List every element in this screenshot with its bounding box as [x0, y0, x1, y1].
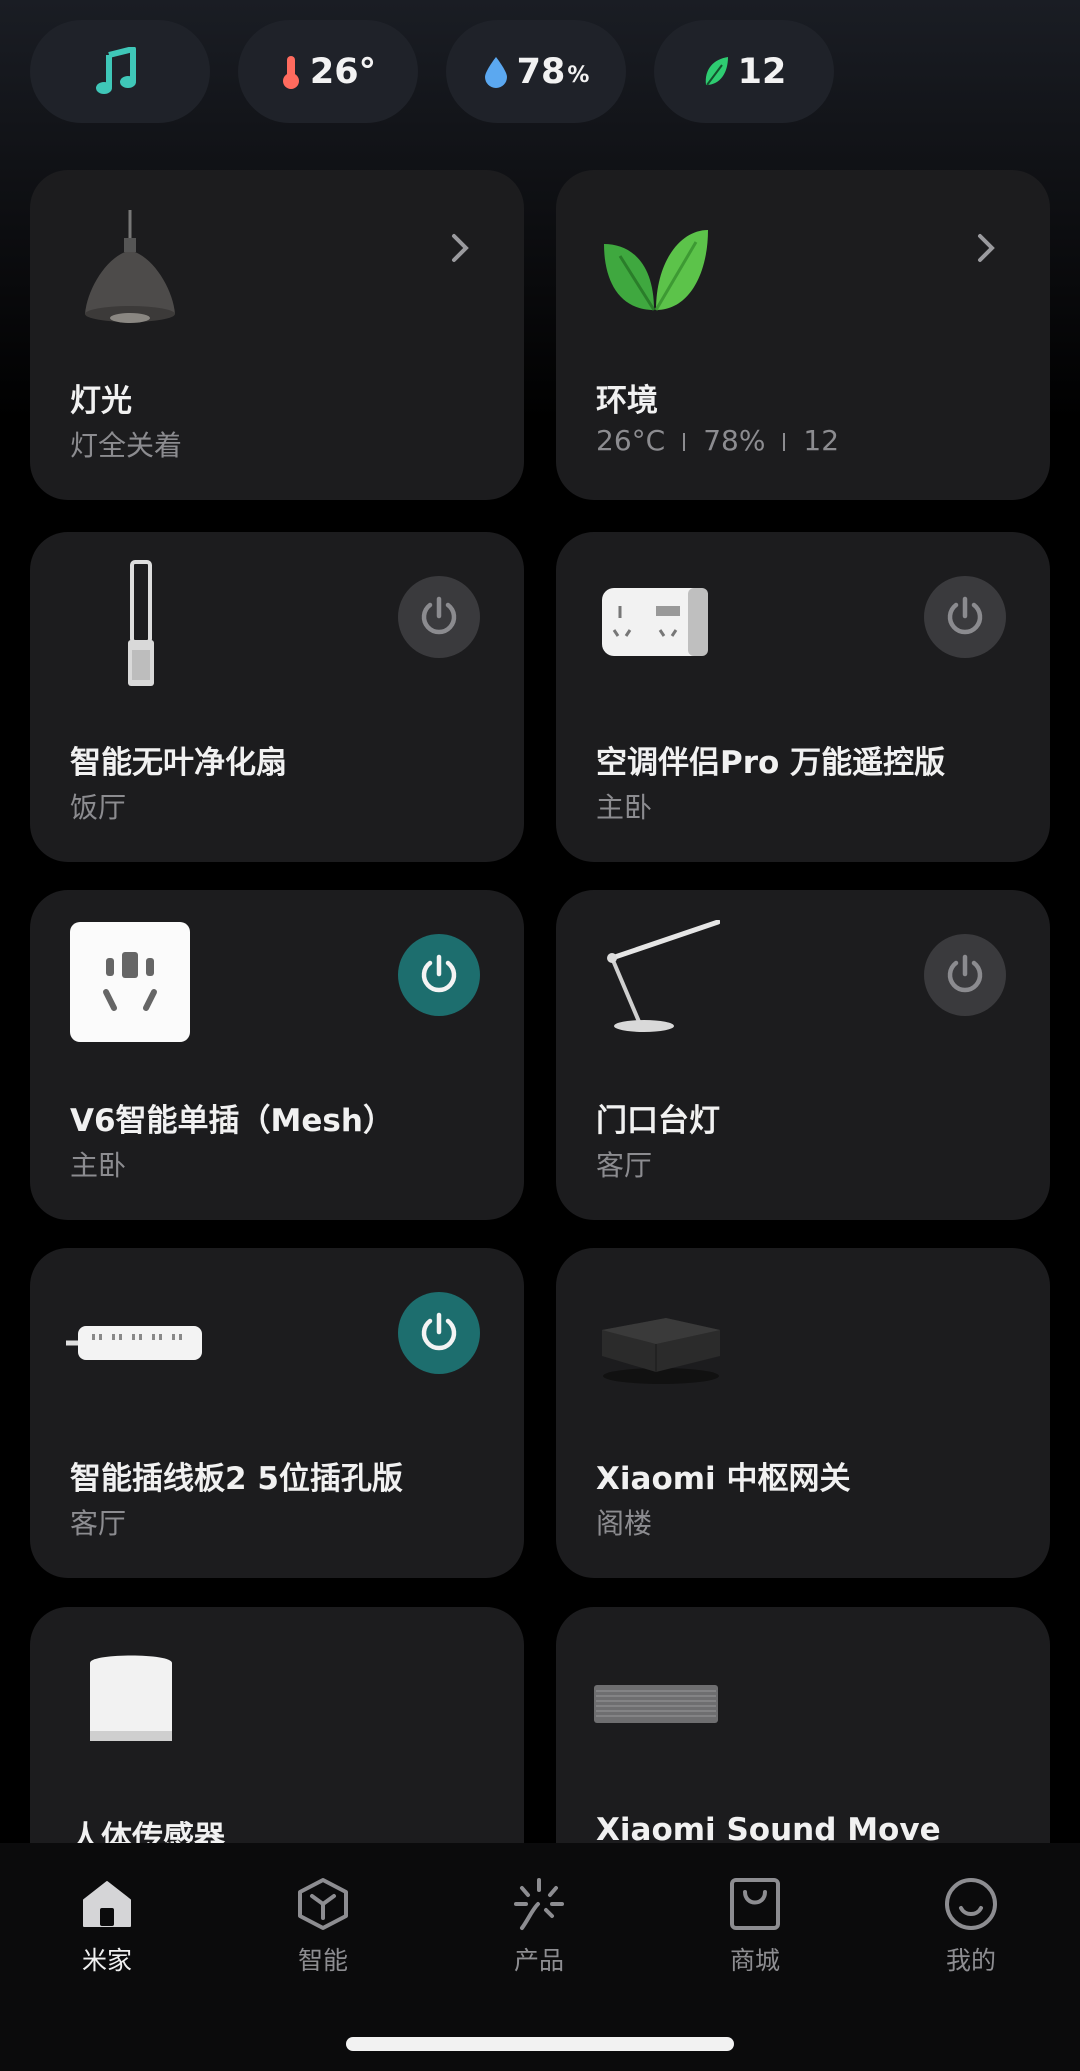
humidity-value: 78: [516, 51, 566, 92]
chevron-right-icon[interactable]: [440, 228, 480, 268]
tab-home[interactable]: 米家: [42, 1873, 172, 1977]
power-icon: [421, 954, 457, 993]
tab-label: 产品: [513, 1946, 564, 1975]
card-title: 环境: [596, 383, 658, 419]
desk-lamp-icon: [607, 920, 720, 1032]
gateway-hub-icon: [602, 1318, 720, 1384]
environment-card[interactable]: 环境 26°C 78% 12: [556, 170, 1050, 500]
temperature-pill[interactable]: 26°: [238, 20, 418, 123]
environment-readings: 26°C 78% 12: [596, 424, 839, 457]
bladeless-fan-icon: [128, 560, 154, 686]
power-toggle-button[interactable]: [398, 934, 480, 1016]
card-room: 客厅: [596, 1149, 653, 1182]
leaf-plant-icon: [604, 230, 708, 311]
card-title: 智能插线板2 5位插孔版: [70, 1461, 403, 1497]
card-title: 空调伴侣Pro 万能遥控版: [596, 745, 946, 781]
air-quality-pill[interactable]: 12: [654, 20, 834, 123]
pendant-lamp-icon: [85, 210, 175, 323]
card-room: 客厅: [70, 1507, 127, 1540]
power-toggle-button[interactable]: [398, 1292, 480, 1374]
env-aqi: 12: [803, 424, 840, 457]
power-strip-icon: [66, 1326, 202, 1360]
motion-sensor-icon: [90, 1655, 172, 1741]
card-room: 主卧: [596, 791, 653, 824]
tab-store[interactable]: 商城: [690, 1873, 820, 1977]
card-title: V6智能单插（Mesh）: [70, 1103, 394, 1139]
power-icon: [421, 596, 457, 635]
humidity-unit: %: [567, 63, 590, 88]
card-room: 阁楼: [596, 1507, 653, 1540]
ac-companion-card[interactable]: 空调伴侣Pro 万能遥控版 主卧: [556, 532, 1050, 862]
sparkle-icon: [514, 1878, 564, 1930]
music-pill[interactable]: [30, 20, 210, 123]
power-toggle-button[interactable]: [398, 576, 480, 658]
card-title: 灯光: [70, 383, 132, 419]
power-strip-card[interactable]: 智能插线板2 5位插孔版 客厅: [30, 1248, 524, 1578]
tab-label: 智能: [297, 1946, 348, 1975]
card-title: 门口台灯: [596, 1103, 720, 1139]
leaf-icon: [705, 56, 728, 86]
power-icon: [947, 596, 983, 635]
power-icon: [947, 954, 983, 993]
air-quality-value: 12: [737, 51, 787, 92]
power-toggle-button[interactable]: [924, 576, 1006, 658]
smart-plug-card[interactable]: V6智能单插（Mesh） 主卧: [30, 890, 524, 1220]
purifier-fan-card[interactable]: 智能无叶净化扇 饭厅: [30, 532, 524, 862]
humidity-pill[interactable]: 78%: [446, 20, 626, 123]
cube-icon: [298, 1878, 348, 1930]
card-room: 饭厅: [70, 791, 127, 824]
divider: [683, 433, 686, 451]
chevron-right-icon[interactable]: [966, 228, 1006, 268]
lighting-card[interactable]: 灯光 灯全关着: [30, 170, 524, 500]
tab-profile[interactable]: 我的: [906, 1873, 1036, 1977]
gateway-card[interactable]: Xiaomi 中枢网关 阁楼: [556, 1248, 1050, 1578]
divider: [783, 433, 786, 451]
shopping-bag-icon: [730, 1878, 780, 1930]
tab-smart[interactable]: 智能: [258, 1873, 388, 1977]
smiley-icon: [945, 1878, 997, 1930]
card-subtitle: 灯全关着: [70, 429, 183, 462]
tab-label: 我的: [945, 1946, 996, 1975]
home-indicator[interactable]: [346, 2037, 734, 2051]
home-icon: [83, 1881, 131, 1927]
card-title: 智能无叶净化扇: [70, 745, 287, 781]
desk-lamp-card[interactable]: 门口台灯 客厅: [556, 890, 1050, 1220]
tab-products[interactable]: 产品: [474, 1873, 604, 1977]
ac-companion-icon: [602, 588, 708, 656]
music-note-icon: [96, 46, 136, 94]
water-drop-icon: [484, 56, 507, 88]
card-room: 主卧: [70, 1149, 127, 1182]
temperature-value: 26°: [309, 51, 377, 92]
thermometer-icon: [282, 55, 299, 89]
tab-label: 米家: [81, 1946, 132, 1975]
power-toggle-button[interactable]: [924, 934, 1006, 1016]
wall-socket-icon: [70, 922, 190, 1042]
env-humidity: 78%: [703, 424, 766, 457]
tab-label: 商城: [729, 1946, 780, 1975]
env-temp: 26°C: [596, 424, 666, 457]
power-icon: [421, 1312, 457, 1351]
speaker-icon: [594, 1685, 718, 1723]
card-title: Xiaomi 中枢网关: [596, 1461, 851, 1497]
